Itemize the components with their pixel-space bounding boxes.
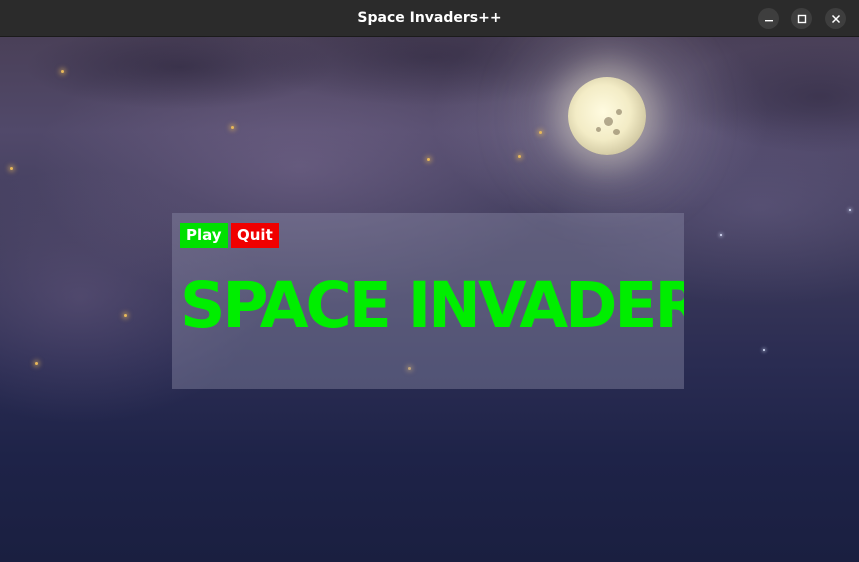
star — [763, 349, 765, 351]
title-bar[interactable]: Space Invaders++ — [0, 0, 859, 37]
star — [518, 155, 521, 158]
maximize-button[interactable] — [791, 8, 812, 29]
star — [849, 209, 851, 211]
close-button[interactable] — [825, 8, 846, 29]
window-title: Space Invaders++ — [357, 10, 502, 26]
close-icon — [831, 14, 841, 24]
star — [720, 234, 722, 236]
quit-button[interactable]: Quit — [231, 223, 279, 248]
star — [35, 362, 38, 365]
minimize-icon — [764, 14, 774, 24]
minimize-button[interactable] — [758, 8, 779, 29]
maximize-icon — [797, 14, 807, 24]
main-menu-panel: Play Quit SPACE INVADER — [172, 213, 684, 389]
game-title: SPACE INVADER — [180, 269, 684, 342]
star — [124, 314, 127, 317]
star — [231, 126, 234, 129]
play-button[interactable]: Play — [180, 223, 228, 248]
star — [10, 167, 13, 170]
game-window: Space Invaders++ Play Quit SPACE INVADER — [0, 0, 859, 562]
game-background: Play Quit SPACE INVADER — [0, 37, 859, 562]
star — [539, 131, 542, 134]
star — [427, 158, 430, 161]
moon-image — [568, 77, 646, 155]
star — [61, 70, 64, 73]
